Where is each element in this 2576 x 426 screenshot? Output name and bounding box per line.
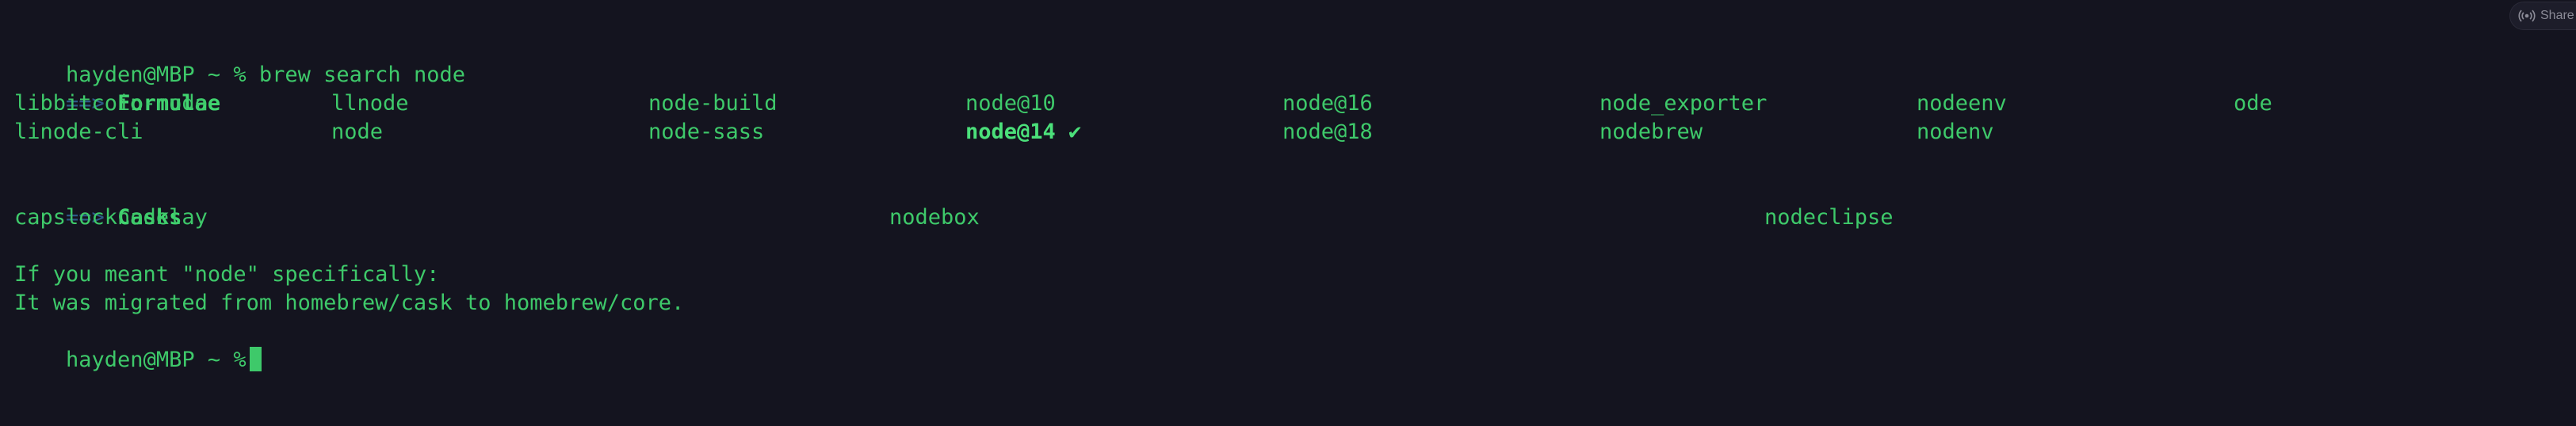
message-line-1: If you meant "node" specifically: (14, 262, 440, 287)
formula-item: ode (2234, 91, 2272, 116)
formula-item: node_exporter (1599, 91, 1768, 116)
formula-item: nodenv (1917, 120, 1994, 144)
terminal-window[interactable]: Share hayden@MBP ~ % brew search node ==… (0, 0, 2576, 426)
prompt-line[interactable]: hayden@MBP ~ % (14, 318, 262, 372)
formula-item: nodeenv (1917, 91, 2007, 116)
cask-item: capslocknodelay (14, 205, 208, 230)
cask-item: nodeclipse (1764, 205, 1894, 230)
cask-item: nodebox (889, 205, 980, 230)
casks-header: ==> Casks (14, 175, 182, 230)
share-button[interactable]: Share (2509, 2, 2576, 30)
formula-item: linode-cli (14, 120, 143, 144)
shell-prompt: hayden@MBP ~ % (66, 348, 247, 372)
formulae-header: ==> Formulae (14, 61, 220, 116)
formula-item: node-sass (648, 120, 765, 144)
formula-item: llnode (331, 91, 409, 116)
text-cursor (249, 347, 262, 371)
formula-item: libbitcoin-node (14, 91, 208, 116)
formula-item: node@10 (965, 91, 1056, 116)
formula-item: nodebrew (1599, 120, 1703, 144)
share-label: Share (2540, 9, 2574, 22)
formula-item: node (331, 120, 384, 144)
formula-item-installed: node@14 ✔ (965, 120, 1082, 144)
command-line: hayden@MBP ~ % brew search node (14, 32, 465, 87)
broadcast-icon (2518, 10, 2536, 22)
formula-item: node@16 (1282, 91, 1373, 116)
formula-item: node@18 (1282, 120, 1373, 144)
command-text: brew search node (258, 63, 465, 87)
formula-item: node-build (648, 91, 778, 116)
message-line-2: It was migrated from homebrew/cask to ho… (14, 291, 685, 315)
